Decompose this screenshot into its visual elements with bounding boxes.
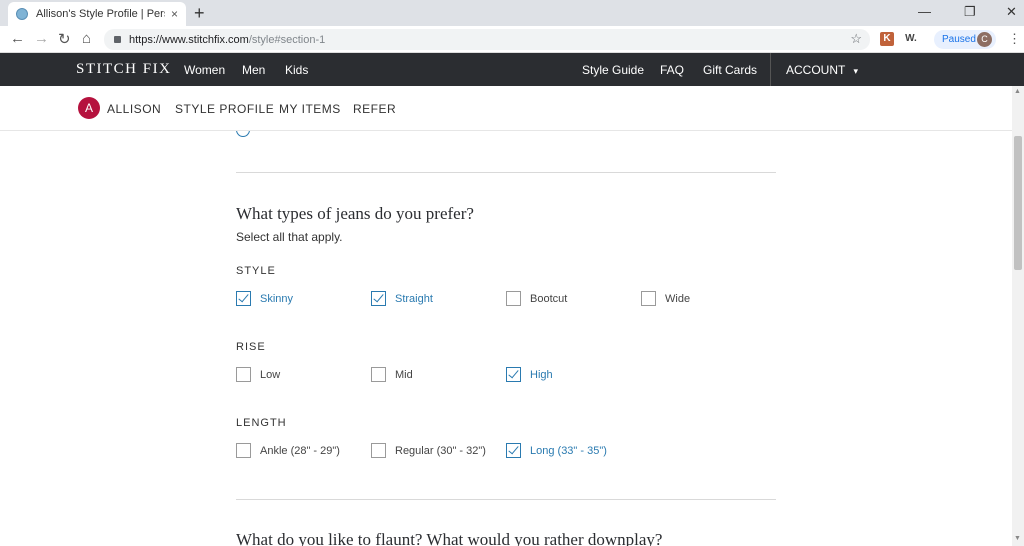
checkbox-skinny[interactable]: Skinny [236,291,293,306]
globe-icon [16,8,28,20]
scroll-thumb[interactable] [1014,136,1022,270]
profile-paused-button[interactable]: Paused C [934,30,996,49]
checkbox-long[interactable]: Long (33" - 35") [506,443,607,458]
chevron-down-icon: ▾ [853,66,858,76]
checkbox-regular[interactable]: Regular (30" - 32") [371,443,486,458]
option-label: Long (33" - 35") [530,444,607,457]
restore-icon[interactable]: ❐ [964,4,976,20]
page-scrollbar[interactable]: ▲ ▼ [1012,86,1024,546]
browser-tabstrip: Allison's Style Profile | Personal S × +… [0,0,1024,26]
scroll-down-icon[interactable]: ▼ [1014,535,1021,542]
main-content: What types of jeans do you prefer? Selec… [0,131,1012,546]
length-group-label: LENGTH [236,417,287,429]
section-divider [236,172,776,173]
tab-style-profile[interactable]: STYLE PROFILE [175,102,274,116]
url-path: /style#section-1 [248,33,326,46]
home-icon[interactable]: ⌂ [82,30,91,47]
site-logo[interactable]: STITCH FIX [76,61,171,78]
checkbox-box [371,443,386,458]
new-tab-button[interactable]: + [194,3,205,24]
forward-icon[interactable]: → [34,30,49,47]
paused-label: Paused [942,34,976,45]
option-label: Low [260,368,281,381]
address-bar[interactable]: https://www.stitchfix.com/style#section-… [104,29,870,50]
radio-option[interactable] [236,131,250,137]
checkbox-straight[interactable]: Straight [371,291,433,306]
nav-gift-cards[interactable]: Gift Cards [703,63,757,77]
option-label: High [530,368,553,381]
reload-icon[interactable]: ↻ [58,30,71,48]
jeans-hint: Select all that apply. [236,230,343,244]
checkbox-low[interactable]: Low [236,367,280,382]
account-menu[interactable]: ACCOUNT ▾ [786,63,858,77]
check-icon [371,291,386,306]
check-icon [506,367,521,382]
checkbox-box [506,291,521,306]
checkbox-mid[interactable]: Mid [371,367,413,382]
checkbox-box [236,367,251,382]
flaunt-question: What do you like to flaunt? What would y… [236,530,663,546]
menu-kebab-icon[interactable]: ⋮ [1008,31,1021,47]
option-label: Bootcut [530,292,568,305]
minimize-icon[interactable]: — [918,4,931,19]
option-label: Skinny [260,292,294,305]
lock-icon [114,36,121,43]
site-nav: STITCH FIX Women Men Kids Style Guide FA… [0,53,1024,86]
option-label: Straight [395,292,433,305]
back-icon[interactable]: ← [10,30,25,47]
option-label: Wide [665,292,691,305]
checkbox-ankle[interactable]: Ankle (28" - 29") [236,443,340,458]
profile-avatar: C [977,32,992,47]
close-tab-icon[interactable]: × [171,7,178,21]
url-host: https://www.stitchfix.com [129,33,249,46]
scroll-up-icon[interactable]: ▲ [1014,88,1021,95]
nav-style-guide[interactable]: Style Guide [582,63,644,77]
user-name[interactable]: ALLISON [107,102,161,116]
checkbox-box [236,443,251,458]
rise-group-label: RISE [236,341,266,353]
option-label: Ankle (28" - 29") [260,444,340,457]
nav-men[interactable]: Men [242,63,265,77]
browser-tab[interactable]: Allison's Style Profile | Personal S × [8,2,186,26]
option-label: Regular (30" - 32") [395,444,486,457]
nav-divider [770,53,771,86]
tab-refer[interactable]: REFER [353,102,396,116]
checkbox-box [371,367,386,382]
profile-subnav: A ALLISON STYLE PROFILE MY ITEMS REFER [0,86,1012,131]
bookmark-star-icon[interactable]: ☆ [850,31,862,47]
checkbox-bootcut[interactable]: Bootcut [506,291,567,306]
extension-icon[interactable]: K [880,32,894,46]
checkbox-high[interactable]: High [506,367,553,382]
jeans-question: What types of jeans do you prefer? [236,204,474,223]
option-label: Mid [395,368,413,381]
section-divider [236,499,776,500]
check-icon [506,443,521,458]
tab-title: Allison's Style Profile | Personal S [36,8,165,20]
checkbox-box [641,291,656,306]
account-label: ACCOUNT [786,63,846,77]
close-window-icon[interactable]: ✕ [1006,4,1017,20]
style-group-label: STYLE [236,265,276,277]
user-avatar[interactable]: A [78,97,100,119]
tab-my-items[interactable]: MY ITEMS [279,102,341,116]
nav-faq[interactable]: FAQ [660,63,684,77]
nav-women[interactable]: Women [184,63,225,77]
browser-toolbar: ← → ↻ ⌂ https://www.stitchfix.com/style#… [0,26,1024,53]
nav-kids[interactable]: Kids [285,63,308,77]
ws-extension[interactable]: W. [902,32,920,46]
checkbox-wide[interactable]: Wide [641,291,690,306]
check-icon [236,291,251,306]
